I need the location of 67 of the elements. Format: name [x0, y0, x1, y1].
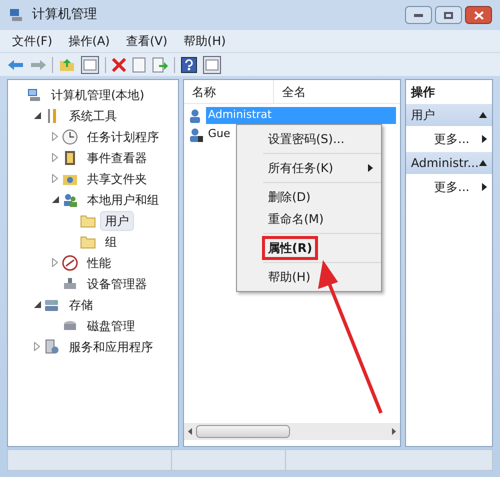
pane-title: 操作: [410, 84, 436, 101]
back-arrow-icon[interactable]: [8, 58, 24, 70]
menu-item[interactable]: 操作(A): [68, 32, 110, 50]
expanded-icon[interactable]: [34, 112, 40, 119]
list-row[interactable]: Gue: [206, 126, 232, 143]
collapsed-icon[interactable]: [52, 153, 58, 162]
column-header[interactable]: 全名: [274, 80, 314, 103]
submenu-arrow-icon: [482, 183, 487, 191]
tree-item[interactable]: 服务和应用程序: [64, 336, 158, 356]
services-icon: [44, 338, 60, 354]
collapsed-icon[interactable]: [52, 132, 58, 141]
menu-item[interactable]: 帮助(H): [183, 32, 226, 50]
tree-item[interactable]: 组: [100, 232, 122, 252]
maximize-button[interactable]: [435, 6, 462, 24]
column-header[interactable]: 名称: [184, 80, 274, 103]
scroll-right-icon[interactable]: [392, 428, 396, 435]
menu-item[interactable]: 帮助(H): [265, 268, 314, 286]
menu-item[interactable]: 属性(R): [265, 239, 316, 257]
collapsed-icon[interactable]: [52, 258, 58, 267]
scroll-left-icon[interactable]: [188, 428, 192, 435]
collapse-icon[interactable]: [479, 112, 487, 118]
tree-item[interactable]: 本地用户和组: [82, 190, 164, 210]
close-button[interactable]: [465, 6, 492, 24]
close-icon: [474, 10, 484, 20]
menu-item[interactable]: 查看(V): [126, 32, 168, 50]
folder-icon: [80, 234, 96, 250]
horizontal-scrollbar[interactable]: [184, 423, 400, 440]
action-link[interactable]: 更多...: [434, 130, 470, 148]
scrollbar-thumb[interactable]: [196, 425, 290, 438]
computer-icon: [8, 7, 24, 23]
collapse-icon[interactable]: [479, 160, 487, 166]
export-icon[interactable]: [152, 56, 168, 72]
users-icon: [62, 192, 78, 208]
expanded-icon[interactable]: [34, 301, 40, 308]
section-header[interactable]: Administr...: [406, 152, 492, 174]
tree-item[interactable]: 磁盘管理: [82, 316, 140, 336]
tree-item[interactable]: 性能: [82, 252, 116, 272]
menu-item[interactable]: 重命名(M): [265, 210, 327, 228]
tree-item[interactable]: 存储: [64, 294, 98, 314]
tree-item[interactable]: 任务计划程序: [82, 126, 164, 146]
help-icon[interactable]: [181, 56, 197, 72]
computer-icon: [26, 86, 42, 102]
section-header[interactable]: 用户: [406, 104, 492, 126]
expanded-icon[interactable]: [52, 196, 58, 203]
tree-item[interactable]: 共享文件夹: [82, 168, 152, 188]
clock-icon: [62, 128, 78, 144]
tree-item[interactable]: 计算机管理(本地): [46, 84, 150, 104]
action-link[interactable]: 更多...: [434, 178, 470, 196]
tree-item[interactable]: 用户: [100, 210, 134, 230]
menu-item[interactable]: 删除(D): [265, 188, 314, 206]
event-log-icon: [62, 150, 78, 166]
submenu-arrow-icon: [482, 135, 487, 143]
menu-item[interactable]: 文件(F): [12, 32, 52, 50]
collapsed-icon[interactable]: [52, 174, 58, 183]
delete-icon[interactable]: [112, 58, 126, 72]
collapsed-icon[interactable]: [34, 342, 40, 351]
folder-icon: [80, 212, 96, 228]
minimize-button[interactable]: [405, 6, 432, 24]
menu-item[interactable]: 所有任务(K): [265, 159, 336, 177]
window-title: 计算机管理: [32, 6, 97, 24]
folder-up-icon[interactable]: [59, 56, 75, 72]
tree-item[interactable]: 系统工具: [64, 106, 122, 126]
user-icon: [188, 126, 204, 142]
tree-item[interactable]: 事件查看器: [82, 148, 152, 168]
tree-item[interactable]: 设备管理器: [82, 274, 152, 294]
menu-item[interactable]: 设置密码(S)...: [265, 130, 348, 148]
device-manager-icon: [62, 276, 78, 292]
